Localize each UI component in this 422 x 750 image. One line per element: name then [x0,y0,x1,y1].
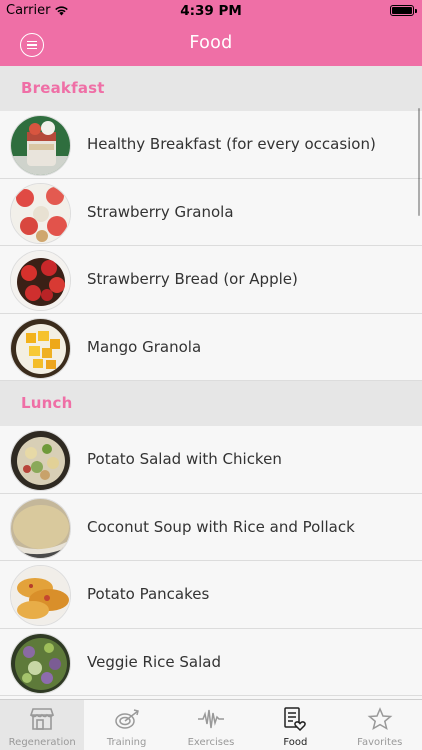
item-label: Potato Pancakes [87,585,210,603]
item-label: Potato Salad with Chicken [87,450,282,468]
tab-label: Food [283,737,308,748]
list-item[interactable]: Coconut Soup with Rice and Pollack [0,493,422,561]
section-header-breakfast: Breakfast [0,66,422,111]
waveform-icon [197,706,225,732]
yogurt-jar-image [10,115,71,176]
scroll-indicator[interactable] [417,108,420,216]
strawberry-bread-image [10,250,71,311]
status-time: 4:39 PM [180,3,242,19]
item-label: Coconut Soup with Rice and Pollack [87,517,355,536]
tab-label: Regeneration [8,737,76,748]
mango-granola-image [10,317,71,379]
list-item[interactable]: Potato Salad with Chicken [0,426,422,494]
potato-salad-image [10,430,71,491]
tab-label: Exercises [187,737,235,748]
tab-training[interactable]: Training [84,700,168,750]
item-label: Strawberry Bread (or Apple) [87,270,298,288]
coconut-soup-image [10,497,71,559]
target-arrow-icon [113,706,141,732]
tab-exercises[interactable]: Exercises [169,700,253,750]
storefront-icon [28,706,56,732]
item-label: Veggie Rice Salad [87,652,221,671]
strawberry-granola-image [10,182,71,244]
battery-icon [390,5,417,16]
tab-food[interactable]: Food [253,700,337,750]
item-label: Mango Granola [87,337,202,356]
list-item[interactable]: Strawberry Granola [0,178,422,246]
page-title: Food [189,33,233,53]
tab-favorites[interactable]: Favorites [338,700,422,750]
star-icon [366,706,394,732]
tab-label: Favorites [357,737,403,748]
section-header-lunch: Lunch [0,381,422,426]
tab-bar: Regeneration Training Exercises Food Fav… [0,699,422,750]
navigation-bar: Food [0,22,422,66]
item-label: Healthy Breakfast (for every occasion) [87,135,376,153]
veggie-rice-salad-image [10,632,71,694]
item-label: Strawberry Granola [87,202,234,221]
potato-pancakes-image [10,565,71,626]
menu-heart-icon [281,706,309,732]
list-item[interactable]: Healthy Breakfast (for every occasion) [0,111,422,179]
food-list[interactable]: Breakfast Healthy Breakfast (for every o… [0,66,422,699]
list-item[interactable]: Strawberry Bread (or Apple) [0,246,422,314]
status-bar: Carrier 4:39 PM [0,0,422,22]
tab-label: Training [106,737,147,748]
tab-regeneration[interactable]: Regeneration [0,700,85,750]
list-item[interactable]: Veggie Rice Salad [0,628,422,696]
list-item[interactable]: Mango Granola [0,313,422,381]
list-item[interactable]: Potato Pancakes [0,561,422,629]
